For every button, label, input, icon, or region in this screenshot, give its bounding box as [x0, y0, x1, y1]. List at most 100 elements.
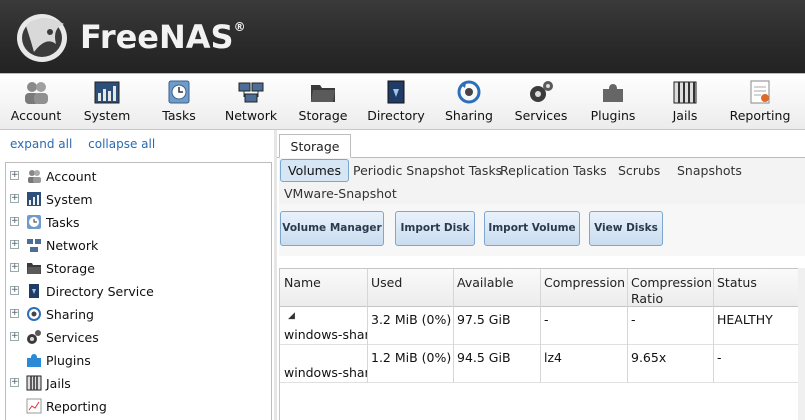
network-icon: [27, 239, 41, 252]
gears-icon: [530, 81, 553, 102]
expand-icon[interactable]: +: [10, 286, 19, 295]
users-icon: [28, 170, 41, 183]
freenas-logo-icon: [17, 14, 67, 62]
system-icon: [94, 81, 120, 104]
sidebar-item-plugins[interactable]: Plugins: [6, 349, 271, 371]
used-cell: 1.2 MiB (0%): [371, 350, 452, 365]
ratio-cell: -: [631, 312, 636, 327]
sidebar-item-account[interactable]: + Account: [6, 165, 271, 187]
sidebar-item-storage[interactable]: + Storage: [6, 257, 271, 279]
subtab-replication-tasks[interactable]: Replication Tasks: [500, 163, 607, 178]
nav-jails[interactable]: Jails: [653, 74, 717, 130]
subtab-vmware-snapshot[interactable]: VMware-Snapshot: [284, 186, 397, 201]
nav-storage[interactable]: Storage: [291, 74, 355, 130]
action-bar: Volume Manager Import Disk Import Volume…: [279, 204, 805, 256]
tree-controls: expand all collapse all: [10, 137, 167, 151]
users-icon: [25, 82, 48, 104]
sidebar-tree: + Account + System + Tasks + Network + S…: [5, 162, 272, 420]
folder-icon: [27, 263, 41, 274]
status-cell: HEALTHY: [717, 312, 773, 327]
directory-icon: [29, 284, 39, 298]
sidebar-item-system[interactable]: + System: [6, 188, 271, 210]
available-cell: 97.5 GiB: [457, 312, 511, 327]
sidebar-item-directory-service[interactable]: + Directory Service: [6, 280, 271, 302]
column-header-compression[interactable]: Compression: [544, 275, 625, 291]
subtab-periodic-snapshot-tasks[interactable]: Periodic Snapshot Tasks: [353, 163, 502, 178]
column-divider[interactable]: [367, 269, 368, 383]
nav-plugins[interactable]: Plugins: [581, 74, 645, 130]
app-logo-text: FreeNAS®: [80, 18, 246, 56]
storage-subtabs: Volumes Periodic Snapshot Tasks Replicat…: [279, 158, 805, 204]
nav-services[interactable]: Services: [509, 74, 573, 130]
nav-directory[interactable]: Directory: [363, 74, 429, 130]
table-row[interactable]: ◢ windows-share 3.2 MiB (0%) 97.5 GiB - …: [280, 307, 805, 345]
nav-system[interactable]: System: [75, 74, 139, 130]
clock-icon: [168, 80, 190, 104]
collapse-triangle-icon[interactable]: ◢: [288, 311, 295, 321]
dataset-name: windows-share: [284, 365, 367, 380]
system-icon: [27, 192, 41, 206]
collapse-all-link[interactable]: collapse all: [88, 137, 155, 151]
column-header-used[interactable]: Used: [371, 275, 402, 291]
column-divider[interactable]: [627, 269, 628, 383]
column-divider[interactable]: [453, 269, 454, 383]
expand-icon[interactable]: +: [10, 240, 19, 249]
sidebar-item-reporting[interactable]: Reporting: [6, 395, 271, 417]
compression-cell: lz4: [544, 350, 562, 365]
sidebar-item-jails[interactable]: + Jails: [6, 372, 271, 394]
table-header: Name Used Available Compression Compress…: [280, 269, 805, 307]
expand-icon[interactable]: +: [10, 332, 19, 341]
sidebar-item-network[interactable]: + Network: [6, 234, 271, 256]
expand-icon[interactable]: +: [10, 309, 19, 318]
volume-manager-button[interactable]: Volume Manager: [280, 211, 384, 246]
column-header-available[interactable]: Available: [457, 275, 514, 291]
jails-icon: [673, 81, 697, 104]
sidebar-item-sharing[interactable]: + Sharing: [6, 303, 271, 325]
tab-storage[interactable]: Storage: [279, 134, 351, 158]
expand-icon[interactable]: +: [10, 194, 19, 203]
clock-icon: [27, 215, 41, 229]
used-cell: 3.2 MiB (0%): [371, 312, 452, 327]
sidebar-item-services[interactable]: + Services: [6, 326, 271, 348]
app-header: FreeNAS®: [0, 0, 805, 73]
nav-tasks[interactable]: Tasks: [147, 74, 211, 130]
expand-icon[interactable]: +: [10, 263, 19, 272]
nav-account[interactable]: Account: [4, 74, 68, 130]
top-nav: Account System Tasks Network Storage Dir…: [0, 73, 805, 130]
expand-icon[interactable]: +: [10, 378, 19, 387]
volume-name: windows-share: [284, 327, 367, 342]
volumes-table: Name Used Available Compression Compress…: [279, 268, 805, 420]
nav-network[interactable]: Network: [219, 74, 283, 130]
column-header-compression-ratio[interactable]: Compression Ratio: [631, 275, 713, 307]
sharing-icon: [457, 80, 481, 104]
puzzle-icon: [27, 354, 41, 367]
report-icon: [750, 80, 770, 104]
column-header-status[interactable]: Status: [717, 275, 757, 291]
ratio-cell: 9.65x: [631, 350, 667, 365]
import-volume-button[interactable]: Import Volume: [484, 211, 580, 246]
column-divider[interactable]: [540, 269, 541, 383]
jails-icon: [26, 375, 42, 391]
import-disk-button[interactable]: Import Disk: [395, 211, 475, 246]
column-header-name[interactable]: Name: [284, 275, 321, 291]
pane-splitter[interactable]: [274, 130, 277, 420]
column-divider[interactable]: [713, 269, 714, 383]
table-row[interactable]: windows-share 1.2 MiB (0%) 94.5 GiB lz4 …: [280, 345, 805, 383]
network-icon: [238, 82, 264, 103]
folder-icon: [311, 85, 335, 102]
directory-icon: [387, 80, 405, 104]
view-disks-button[interactable]: View Disks: [589, 211, 663, 246]
sidebar-item-tasks[interactable]: + Tasks: [6, 211, 271, 233]
subtab-snapshots[interactable]: Snapshots: [677, 163, 742, 178]
subtab-volumes[interactable]: Volumes: [280, 159, 350, 182]
table-scrollbar[interactable]: [798, 268, 805, 420]
puzzle-icon: [603, 84, 623, 102]
nav-sharing[interactable]: Sharing: [437, 74, 501, 130]
compression-cell: -: [544, 312, 549, 327]
expand-icon[interactable]: +: [10, 217, 19, 226]
expand-icon[interactable]: +: [10, 171, 19, 180]
expand-all-link[interactable]: expand all: [10, 137, 72, 151]
nav-reporting[interactable]: Reporting: [724, 74, 796, 130]
sharing-icon: [27, 307, 41, 321]
subtab-scrubs[interactable]: Scrubs: [618, 163, 660, 178]
